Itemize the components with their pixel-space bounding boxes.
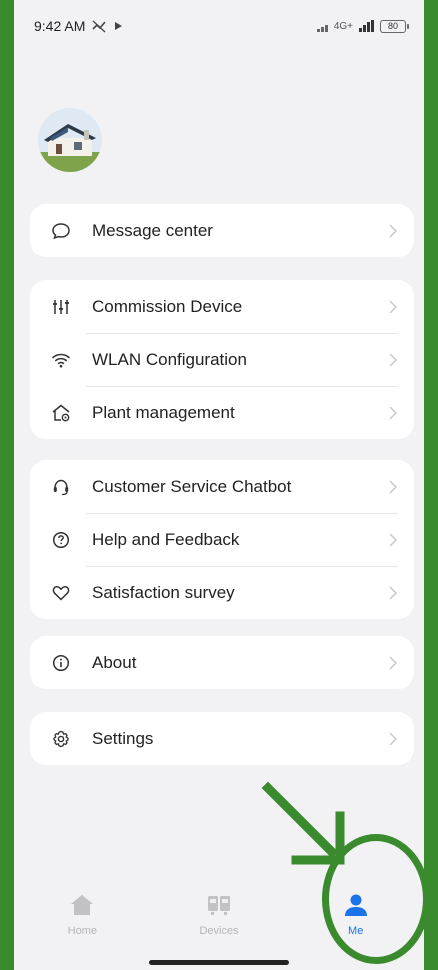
chevron-right-icon: [389, 655, 398, 670]
house-photo-icon: [38, 108, 102, 172]
devices-icon: [208, 896, 230, 915]
chevron-right-icon: [389, 299, 398, 314]
menu-card-messages: Message center: [30, 204, 414, 257]
chevron-right-icon: [389, 731, 398, 746]
menu-item-satisfaction-survey[interactable]: Satisfaction survey: [30, 566, 414, 619]
tab-label: Home: [67, 925, 97, 937]
menu-item-label: Message center: [92, 220, 213, 240]
missed-call-icon: [92, 20, 106, 33]
menu-card-device: Commission Device WLAN Configuration Pla…: [30, 280, 414, 439]
signal-icon: [316, 20, 328, 32]
menu-item-wlan-configuration[interactable]: WLAN Configuration: [30, 333, 414, 386]
chevron-right-icon: [389, 585, 398, 600]
menu-card-settings: Settings: [30, 712, 414, 765]
menu-item-message-center[interactable]: Message center: [30, 204, 414, 257]
info-icon: [50, 652, 72, 674]
home-icon: [71, 895, 94, 915]
help-icon: [50, 529, 72, 551]
status-time: 9:42 AM: [34, 18, 86, 34]
sliders-icon: [50, 296, 72, 318]
tab-label: Devices: [199, 925, 239, 937]
headset-icon: [50, 476, 72, 498]
menu-item-settings[interactable]: Settings: [30, 712, 414, 765]
menu-item-label: Settings: [92, 728, 154, 748]
menu-item-label: Satisfaction survey: [92, 582, 235, 602]
plant-house-icon: [50, 402, 72, 424]
battery-icon: 80: [380, 19, 409, 33]
menu-item-label: WLAN Configuration: [92, 349, 247, 369]
menu-item-label: Plant management: [92, 402, 235, 422]
chevron-right-icon: [389, 405, 398, 420]
menu-item-help-and-feedback[interactable]: Help and Feedback: [30, 513, 414, 566]
signal-strength-icon: [359, 20, 374, 32]
gear-icon: [50, 728, 72, 750]
wifi-icon: [50, 349, 72, 371]
play-icon: [115, 22, 123, 30]
menu-item-about[interactable]: About: [30, 636, 414, 689]
message-icon: [50, 220, 72, 242]
phone-screen: 9:42 AM 4G+ 80 Message center Commission…: [14, 0, 424, 970]
menu-item-label: About: [92, 652, 137, 672]
network-type: 4G+: [333, 20, 353, 32]
home-indicator: [149, 960, 289, 965]
menu-item-commission-device[interactable]: Commission Device: [30, 280, 414, 333]
chevron-right-icon: [389, 352, 398, 367]
menu-item-customer-service-chatbot[interactable]: Customer Service Chatbot: [30, 460, 414, 513]
tab-devices[interactable]: Devices: [151, 893, 288, 937]
menu-item-label: Customer Service Chatbot: [92, 476, 292, 496]
annotation-circle: [322, 834, 430, 964]
chevron-right-icon: [389, 479, 398, 494]
menu-card-about: About: [30, 636, 414, 689]
heart-icon: [50, 582, 72, 604]
tab-home[interactable]: Home: [14, 893, 151, 937]
chevron-right-icon: [389, 223, 398, 238]
menu-item-label: Help and Feedback: [92, 529, 240, 549]
menu-card-support: Customer Service Chatbot Help and Feedba…: [30, 460, 414, 619]
status-bar: 9:42 AM 4G+ 80: [14, 0, 424, 52]
chevron-right-icon: [389, 532, 398, 547]
menu-item-label: Commission Device: [92, 296, 243, 316]
avatar[interactable]: [38, 108, 102, 172]
menu-item-plant-management[interactable]: Plant management: [30, 386, 414, 439]
